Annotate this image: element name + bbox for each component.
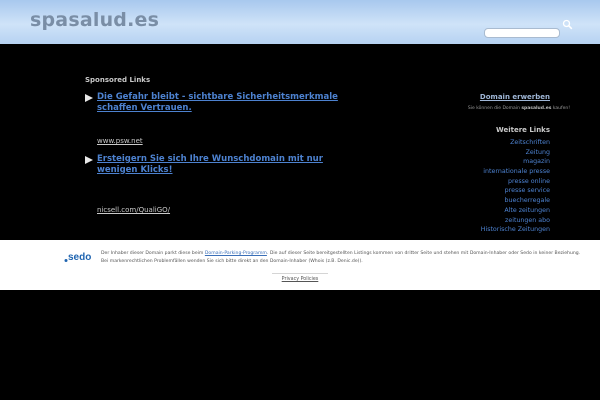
domain-buy-text: Sie können die Domain spasalud.es kaufen… [468, 106, 570, 111]
parking-notice: Der Inhaber dieser Domain parkt diese be… [101, 250, 581, 266]
domain-buy-link[interactable]: Domain erwerben [480, 93, 550, 101]
sedo-logo: sedo [64, 252, 91, 263]
parking-program-link[interactable]: Domain-Parking-Programm [205, 251, 267, 256]
privacy-policy-link[interactable]: Privacy Policies [0, 277, 600, 282]
ad-url-link[interactable]: www.psw.net [97, 137, 143, 145]
arrow-right-icon [85, 94, 93, 102]
more-link-item[interactable]: Zeitschriften [481, 138, 550, 148]
search-button[interactable] [562, 18, 573, 30]
ad-headline-link[interactable]: Die Gefahr bleibt - sichtbare Sicherheit… [97, 92, 357, 113]
more-link-item[interactable]: Zeitung [481, 148, 550, 158]
more-links-list: Zeitschriften Zeitung magazin internatio… [481, 138, 550, 235]
notice-text: Der Inhaber dieser Domain parkt diese be… [101, 251, 205, 256]
footer: sedo Der Inhaber dieser Domain parkt die… [0, 240, 600, 290]
more-link-item[interactable]: buecherregale [481, 196, 550, 206]
search-input[interactable] [484, 28, 560, 38]
more-link-item[interactable]: Historische Zeitungen [481, 225, 550, 235]
sponsored-links-heading: Sponsored Links [85, 76, 151, 84]
divider [272, 273, 328, 274]
more-link-item[interactable]: Alte zeitungen [481, 206, 550, 216]
search-icon [562, 19, 573, 30]
arrow-right-icon [85, 156, 93, 164]
site-title: spasalud.es [30, 9, 160, 31]
header-bar: spasalud.es [0, 0, 600, 44]
more-link-item[interactable]: presse service [481, 186, 550, 196]
sedo-logo-text: sedo [68, 252, 91, 263]
domain-name: spasalud.es [521, 106, 552, 111]
search-box [484, 19, 573, 38]
more-link-item[interactable]: zeitungen abo [481, 216, 550, 226]
domain-text-before: Sie können die Domain [467, 106, 522, 111]
notice-text: . Die auf dieser Seite bereitgestellten … [266, 251, 581, 256]
more-link-item[interactable]: internationale presse [481, 167, 550, 177]
more-links-heading: Weitere Links [495, 126, 550, 134]
ad-url-link[interactable]: nicsell.com/QualiGO/ [97, 206, 170, 214]
ad-headline-link[interactable]: Ersteigern Sie sich Ihre Wunschdomain mi… [97, 154, 357, 175]
notice-text: Bei markenrechtlichen Problemfällen wend… [101, 259, 363, 264]
more-link-item[interactable]: presse online [481, 177, 550, 187]
more-link-item[interactable]: magazin [481, 157, 550, 167]
domain-text-after: kaufen! [551, 106, 570, 111]
